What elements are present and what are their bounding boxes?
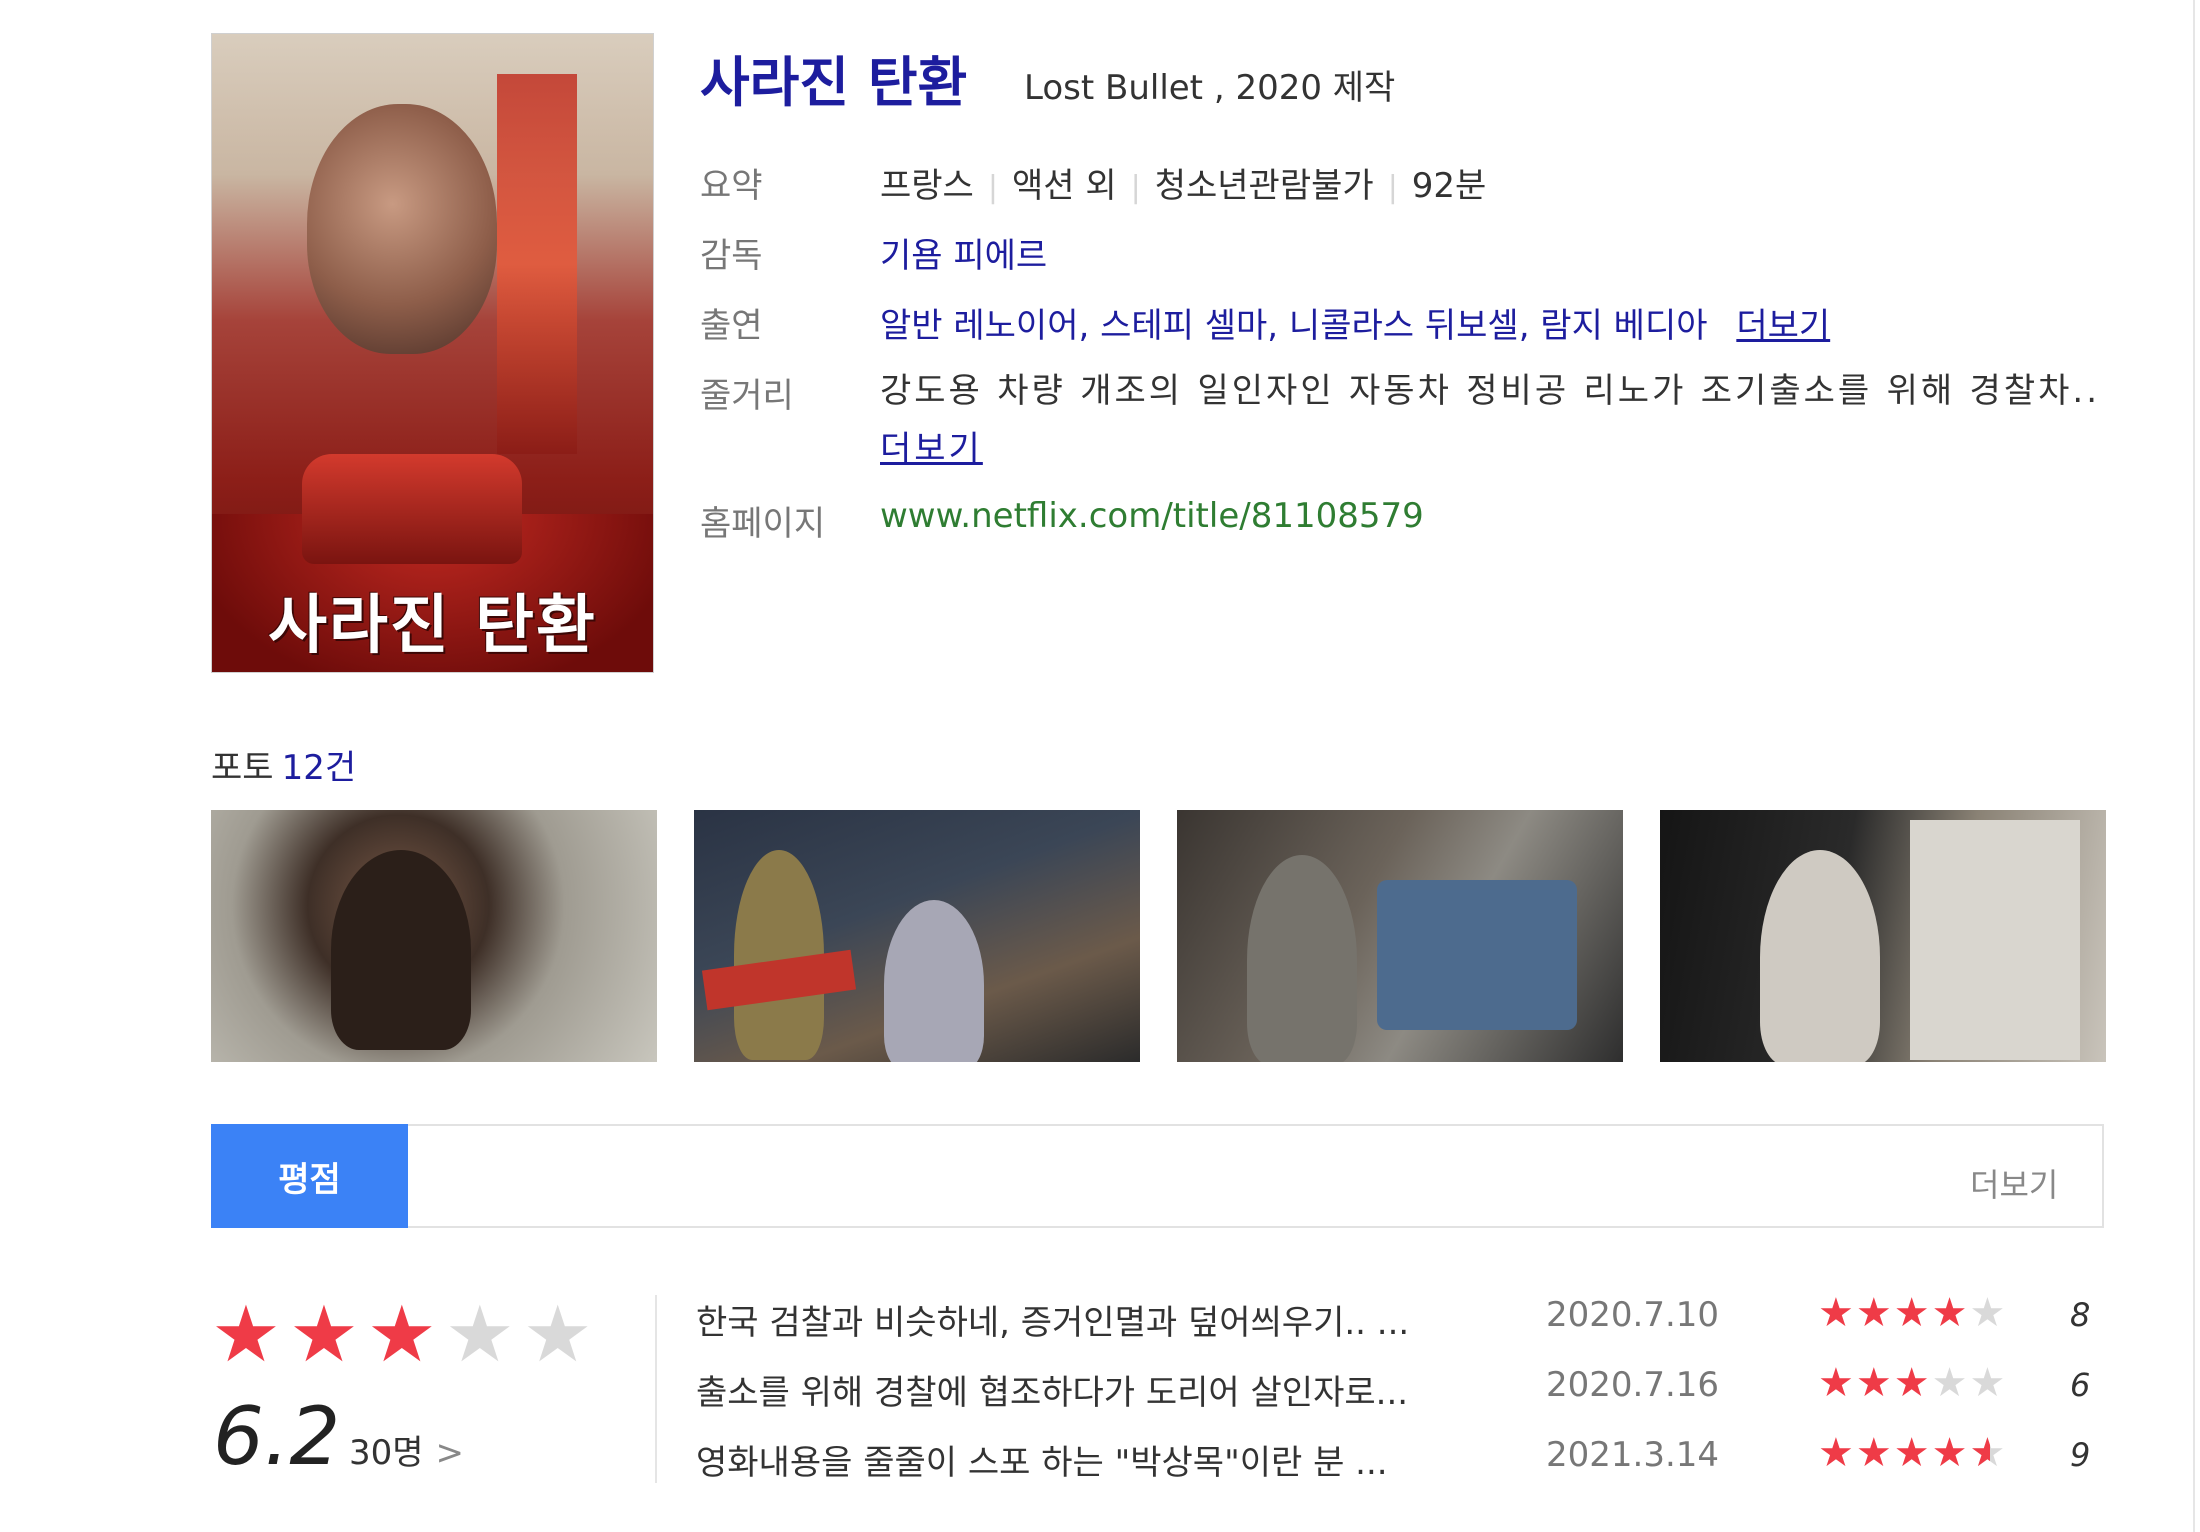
half-star-icon: ★ — [1969, 1430, 2007, 1476]
photo-thumbnail-4[interactable] — [1660, 810, 2106, 1062]
chevron-right-icon: > — [435, 1433, 465, 1473]
review-date: 2020.7.10 — [1546, 1295, 1720, 1335]
photo-section-header: 포토 12건 — [211, 740, 356, 789]
summary-separator: | — [987, 170, 998, 205]
genre-text: 액션 외 — [1011, 166, 1117, 206]
summary-separator: | — [1130, 170, 1141, 205]
star-icon: ★ — [1855, 1430, 1894, 1476]
photo-locker — [1910, 820, 2080, 1060]
plot-more-link[interactable]: 더보기 — [880, 429, 983, 469]
star-icon: ★ — [1969, 1360, 2008, 1406]
rating-tab-bar — [211, 1124, 2104, 1228]
summary-value: 프랑스 | 액션 외 | 청소년관람불가 | 92분 — [880, 158, 1486, 207]
review-stars: ★★★★★ — [1818, 1430, 2007, 1476]
review-score: 8 — [2070, 1296, 2091, 1334]
star-icon: ★ — [1818, 1360, 1856, 1406]
page-right-divider — [2193, 0, 2195, 1532]
rating-more-link[interactable]: 더보기 — [1970, 1160, 2058, 1206]
review-stars: ★★★★★ — [1818, 1290, 2007, 1336]
poster-car — [302, 454, 522, 564]
review-score: 6 — [2070, 1366, 2091, 1404]
star-icon: ★ — [1931, 1360, 1970, 1406]
movie-poster[interactable]: 사라진 탄환 — [211, 33, 654, 673]
summary-label: 요약 — [700, 166, 763, 206]
review-score: 9 — [2070, 1436, 2091, 1474]
age-rating-text: 청소년관람불가 — [1154, 166, 1374, 206]
movie-subtitle: Lost Bullet , 2020 제작 — [1024, 68, 1396, 108]
voters-link[interactable]: 30명 > — [349, 1425, 464, 1474]
photo-count-link[interactable]: 12건 — [282, 748, 357, 788]
rating-divider — [655, 1295, 657, 1483]
director-link[interactable]: 기욤 피에르 — [880, 228, 1047, 277]
plot-text-block: 강도용 차량 개조의 일인자인 자동차 정비공 리노가 조기출소를 위해 경찰차… — [880, 362, 2100, 478]
tab-rating[interactable]: 평점 — [211, 1124, 408, 1228]
photo-thumbnail-3[interactable] — [1177, 810, 1623, 1062]
movie-title[interactable]: 사라진 탄환 — [700, 38, 967, 117]
average-star-rating: ★★★★★ — [211, 1290, 601, 1380]
photo-label: 포토 — [211, 748, 274, 788]
summary-separator: | — [1387, 170, 1398, 205]
star-icon: ★ — [1855, 1290, 1894, 1336]
photo-figure — [331, 850, 471, 1050]
director-label: 감독 — [700, 236, 763, 276]
star-icon: ★ — [211, 1290, 289, 1380]
review-text[interactable]: 한국 검찰과 비슷하네, 증거인멸과 덮어씌우기.. ... — [696, 1295, 1514, 1344]
star-icon: ★ — [1818, 1290, 1856, 1336]
runtime-text: 92분 — [1411, 166, 1487, 206]
plot-text: 강도용 차량 개조의 일인자인 자동차 정비공 리노가 조기출소를 위해 경찰차… — [880, 371, 2100, 411]
cast-links[interactable]: 알반 레노이어, 스테피 셀마, 니콜라스 뒤보셀, 람지 베디아 — [880, 306, 1708, 346]
poster-face — [307, 104, 497, 354]
star-icon: ★ — [1893, 1430, 1932, 1476]
photo-figure — [1760, 850, 1880, 1062]
voters-count: 30명 — [349, 1433, 424, 1473]
cast-more-link[interactable]: 더보기 — [1736, 306, 1830, 346]
star-icon: ★ — [1931, 1430, 1970, 1476]
poster-stripe — [497, 74, 577, 454]
photo-figure — [1247, 855, 1357, 1062]
poster-title-text: 사라진 탄환 — [268, 589, 597, 663]
photo-figure — [884, 900, 984, 1062]
review-text[interactable]: 출소를 위해 경찰에 협조하다가 도리어 살인자로... — [696, 1365, 1514, 1414]
star-icon: ★ — [1855, 1360, 1894, 1406]
average-score: 6.2 — [213, 1390, 341, 1483]
review-stars: ★★★★★ — [1818, 1360, 2007, 1406]
country-text: 프랑스 — [880, 166, 974, 206]
star-icon: ★ — [1969, 1290, 2008, 1336]
plot-label: 줄거리 — [700, 376, 794, 416]
photo-thumbnail-1[interactable] — [211, 810, 657, 1062]
homepage-link[interactable]: www.netflix.com/title/81108579 — [880, 496, 1424, 536]
star-icon: ★ — [1893, 1290, 1932, 1336]
star-icon: ★ — [444, 1290, 523, 1380]
review-date: 2020.7.16 — [1546, 1365, 1720, 1405]
review-date: 2021.3.14 — [1546, 1435, 1720, 1475]
star-icon: ★ — [522, 1290, 601, 1380]
star-icon: ★ — [1893, 1360, 1932, 1406]
review-text[interactable]: 영화내용을 줄줄이 스포 하는 "박상목"이란 분 ... — [696, 1435, 1514, 1484]
cast-value: 알반 레노이어, 스테피 셀마, 니콜라스 뒤보셀, 람지 베디아 더보기 — [880, 298, 1830, 347]
star-icon: ★ — [1818, 1430, 1856, 1476]
homepage-label: 홈페이지 — [700, 504, 826, 544]
star-icon: ★ — [288, 1290, 367, 1380]
photo-prop — [1377, 880, 1577, 1030]
star-icon: ★ — [1931, 1290, 1970, 1336]
cast-label: 출연 — [700, 306, 763, 346]
photo-thumbnail-2[interactable] — [694, 810, 1140, 1062]
star-icon: ★ — [366, 1290, 445, 1380]
